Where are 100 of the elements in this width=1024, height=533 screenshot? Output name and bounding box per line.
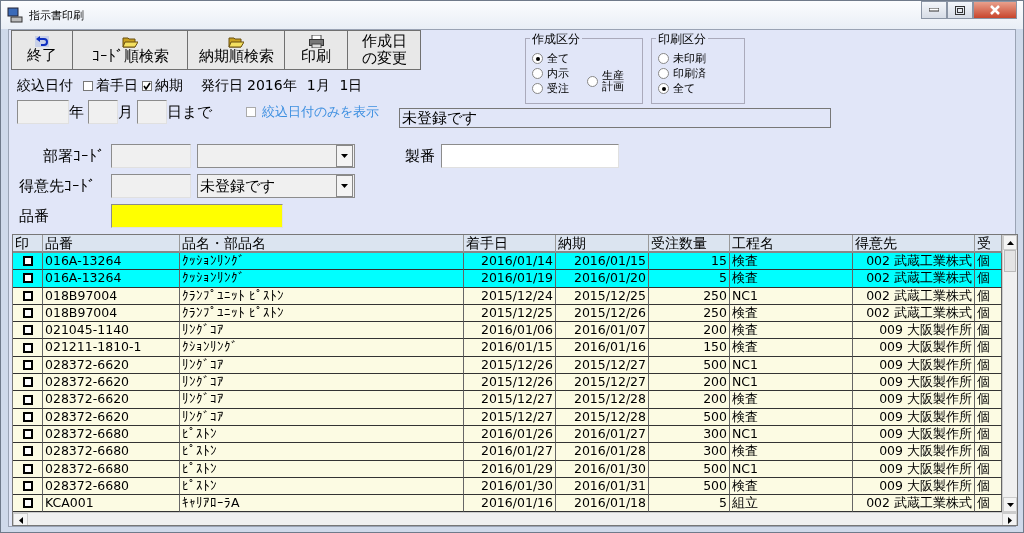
radio-button[interactable] — [658, 83, 669, 94]
table-cell: ﾋﾟｽﾄﾝ — [180, 443, 464, 461]
radio-label: 全て — [547, 53, 569, 64]
checkbox[interactable] — [22, 273, 33, 284]
serial-label: 製番 — [405, 146, 435, 166]
radio-button[interactable] — [587, 75, 598, 87]
column-header[interactable]: 印 — [13, 235, 43, 253]
table-cell: 個 — [975, 391, 1002, 409]
table-cell: ｷｬﾘｱﾛｰﾗA — [180, 495, 464, 513]
day-label: 日まで — [167, 102, 212, 122]
month-label: 月 — [118, 102, 133, 122]
day-field[interactable] — [137, 100, 167, 124]
issue-date-label: 発行日 — [201, 77, 243, 95]
table-cell: 200 — [649, 322, 730, 340]
table-cell: 2016/01/07 — [556, 322, 649, 340]
checkbox[interactable] — [22, 394, 33, 405]
checkbox[interactable] — [22, 446, 33, 457]
column-header[interactable]: 得意先 — [853, 235, 975, 253]
customer-code-label: 得意先ｺｰﾄﾞ — [19, 176, 97, 196]
table-cell: 5 — [649, 495, 730, 513]
checkbox-label: 納期 — [155, 77, 183, 95]
column-header[interactable]: 着手日 — [464, 235, 556, 253]
radio-button[interactable] — [658, 53, 669, 64]
radio-button[interactable] — [532, 83, 543, 94]
toolbar-button[interactable]: ｺｰﾄﾞ順検索 — [73, 30, 188, 70]
close-button[interactable] — [973, 1, 1017, 19]
scroll-right-button[interactable] — [1002, 513, 1017, 525]
table-cell: 2016/01/16 — [464, 495, 556, 513]
radio-label: 受注 — [547, 83, 569, 94]
table-cell: 個 — [975, 322, 1002, 340]
table-cell: 検査 — [730, 391, 853, 409]
table-cell: 200 — [649, 391, 730, 409]
checkbox[interactable] — [22, 290, 33, 301]
checkbox-label: 絞込日付のみを表示 — [262, 103, 379, 121]
table-cell: ｸｼｮﾝﾘﾝｸﾞ — [180, 339, 464, 357]
table-cell: 009 大阪製作所 — [853, 322, 975, 340]
table-cell: 016A-13264 — [43, 270, 180, 288]
scroll-up-button[interactable] — [1003, 235, 1017, 250]
checkbox[interactable] — [22, 429, 33, 440]
column-header[interactable]: 品番 — [43, 235, 180, 253]
checkbox[interactable] — [246, 107, 256, 117]
radio-label: 生産 計画 — [602, 70, 624, 92]
year-field[interactable] — [17, 100, 69, 124]
scroll-down-button[interactable] — [1003, 497, 1017, 513]
checkbox[interactable] — [142, 81, 152, 91]
scroll-left-button[interactable] — [13, 513, 28, 525]
table-cell: 150 — [649, 339, 730, 357]
radio-button[interactable] — [532, 68, 543, 79]
dept-code-field[interactable] — [111, 144, 191, 168]
checkbox[interactable] — [22, 463, 33, 474]
checkbox[interactable] — [22, 359, 33, 370]
toolbar-button[interactable]: 納期順検索 — [188, 30, 285, 70]
group-title: 印刷区分 — [656, 31, 708, 48]
checkbox[interactable] — [22, 256, 33, 267]
part-number-field[interactable] — [111, 204, 283, 228]
toolbar-button[interactable]: 印刷 — [285, 30, 348, 70]
maximize-button[interactable] — [947, 1, 973, 19]
checkbox[interactable] — [22, 481, 33, 491]
table-cell: 個 — [975, 374, 1002, 392]
month-field[interactable] — [88, 100, 118, 124]
undo-icon — [35, 36, 49, 47]
table-cell: ﾘﾝｸﾞｺｱ — [180, 374, 464, 392]
serial-field[interactable] — [441, 144, 619, 168]
checkbox[interactable] — [22, 377, 33, 388]
column-header[interactable]: 受 — [975, 235, 1002, 253]
table-cell: 2016/01/06 — [464, 322, 556, 340]
table-cell: 009 大阪製作所 — [853, 391, 975, 409]
checkbox[interactable] — [22, 325, 33, 336]
checkbox[interactable] — [22, 411, 33, 422]
table-cell: 2016/01/15 — [464, 339, 556, 357]
table-cell: KCA001 — [43, 495, 180, 513]
radio-button[interactable] — [658, 68, 669, 79]
table-cell: 5 — [649, 270, 730, 288]
column-header[interactable]: 品名・部品名 — [180, 235, 464, 253]
checkbox[interactable] — [83, 81, 93, 91]
customer-code-field[interactable] — [111, 174, 191, 198]
checkbox-label: 着手日 — [96, 77, 138, 95]
column-header[interactable]: 工程名 — [730, 235, 853, 253]
customer-dropdown[interactable]: 未登録です — [197, 174, 355, 198]
column-header[interactable]: 受注数量 — [649, 235, 730, 253]
checkbox[interactable] — [22, 342, 33, 353]
close-icon — [990, 5, 1000, 15]
table-cell: ｸｯｼｮﾝﾘﾝｸﾞ — [180, 253, 464, 271]
table-cell: 検査 — [730, 339, 853, 357]
table-cell: 021211-1810-1 — [43, 339, 180, 357]
column-header[interactable]: 納期 — [556, 235, 649, 253]
app-icon — [7, 7, 23, 23]
table-cell: 個 — [975, 270, 1002, 288]
table-cell: 組立 — [730, 495, 853, 513]
dept-dropdown[interactable] — [197, 144, 355, 168]
checkbox[interactable] — [22, 308, 33, 319]
caret-icon — [341, 184, 348, 188]
table-cell: 021045-1140 — [43, 322, 180, 340]
scrollbar-thumb[interactable] — [1004, 250, 1016, 272]
checkbox[interactable] — [22, 498, 33, 509]
radio-button[interactable] — [532, 53, 543, 64]
folder-icon — [228, 35, 244, 48]
toolbar-button[interactable]: 終了 — [11, 30, 73, 70]
table-cell: 2016/01/16 — [556, 339, 649, 357]
toolbar-button[interactable]: 作成日 の変更 — [348, 30, 421, 70]
